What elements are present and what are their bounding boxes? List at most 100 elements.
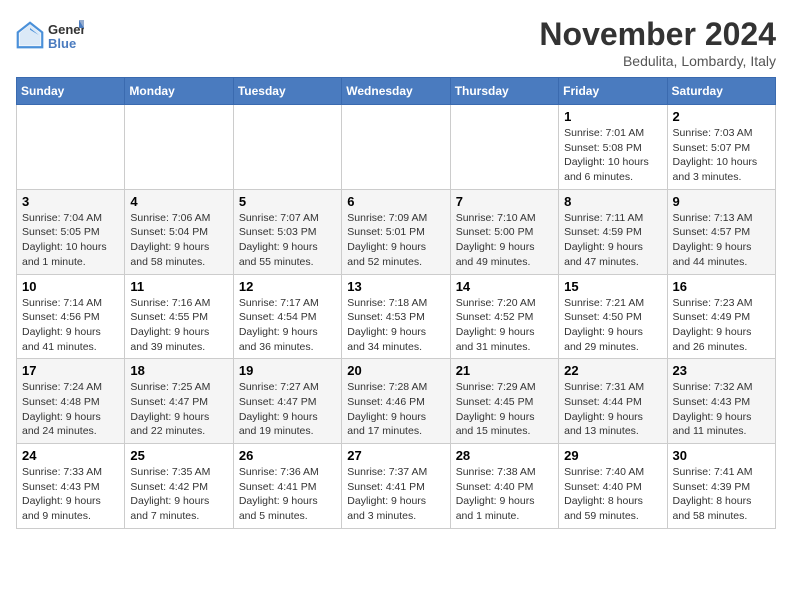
day-info: Sunrise: 7:17 AMSunset: 4:54 PMDaylight:… bbox=[239, 296, 336, 355]
day-number: 27 bbox=[347, 448, 444, 463]
day-number: 22 bbox=[564, 363, 661, 378]
week-row-2: 3 Sunrise: 7:04 AMSunset: 5:05 PMDaylight… bbox=[17, 189, 776, 274]
location-subtitle: Bedulita, Lombardy, Italy bbox=[539, 53, 776, 69]
day-cell: 6Sunrise: 7:09 AMSunset: 5:01 PMDaylight… bbox=[342, 189, 450, 274]
day-cell: 22 Sunrise: 7:31 AMSunset: 4:44 PMDayligh… bbox=[559, 359, 667, 444]
page-header: General Blue November 2024 Bedulita, Lom… bbox=[16, 16, 776, 69]
day-cell: 9 Sunrise: 7:13 AMSunset: 4:57 PMDaylight… bbox=[667, 189, 775, 274]
weekday-header-friday: Friday bbox=[559, 78, 667, 105]
day-info: Sunrise: 7:41 AMSunset: 4:39 PMDaylight:… bbox=[673, 465, 770, 524]
day-cell: 7 Sunrise: 7:10 AMSunset: 5:00 PMDaylight… bbox=[450, 189, 558, 274]
day-info: Sunrise: 7:07 AMSunset: 5:03 PMDaylight:… bbox=[239, 211, 336, 270]
day-info: Sunrise: 7:21 AMSunset: 4:50 PMDaylight:… bbox=[564, 296, 661, 355]
day-number: 25 bbox=[130, 448, 227, 463]
day-cell: 19 Sunrise: 7:27 AMSunset: 4:47 PMDayligh… bbox=[233, 359, 341, 444]
weekday-header-wednesday: Wednesday bbox=[342, 78, 450, 105]
weekday-header-sunday: Sunday bbox=[17, 78, 125, 105]
day-cell: 15 Sunrise: 7:21 AMSunset: 4:50 PMDayligh… bbox=[559, 274, 667, 359]
day-info: Sunrise: 7:06 AMSunset: 5:04 PMDaylight:… bbox=[130, 211, 227, 270]
day-number: 23 bbox=[673, 363, 770, 378]
day-number: 12 bbox=[239, 279, 336, 294]
day-number: 4 bbox=[130, 194, 227, 209]
day-cell: 5 Sunrise: 7:07 AMSunset: 5:03 PMDaylight… bbox=[233, 189, 341, 274]
day-number: 20 bbox=[347, 363, 444, 378]
day-number: 15 bbox=[564, 279, 661, 294]
day-cell: 27 Sunrise: 7:37 AMSunset: 4:41 PMDayligh… bbox=[342, 444, 450, 529]
day-info: Sunrise: 7:20 AMSunset: 4:52 PMDaylight:… bbox=[456, 296, 553, 355]
day-cell bbox=[125, 105, 233, 190]
day-info: Sunrise: 7:29 AMSunset: 4:45 PMDaylight:… bbox=[456, 380, 553, 439]
day-number: 14 bbox=[456, 279, 553, 294]
day-info: Sunrise: 7:01 AMSunset: 5:08 PMDaylight:… bbox=[564, 126, 661, 185]
day-cell: 16Sunrise: 7:23 AMSunset: 4:49 PMDayligh… bbox=[667, 274, 775, 359]
day-cell: 25 Sunrise: 7:35 AMSunset: 4:42 PMDayligh… bbox=[125, 444, 233, 529]
day-cell: 4 Sunrise: 7:06 AMSunset: 5:04 PMDaylight… bbox=[125, 189, 233, 274]
day-info: Sunrise: 7:27 AMSunset: 4:47 PMDaylight:… bbox=[239, 380, 336, 439]
day-cell: 30 Sunrise: 7:41 AMSunset: 4:39 PMDayligh… bbox=[667, 444, 775, 529]
day-cell bbox=[233, 105, 341, 190]
logo-text: General Blue bbox=[46, 16, 84, 54]
day-number: 3 bbox=[22, 194, 119, 209]
day-cell bbox=[17, 105, 125, 190]
day-number: 5 bbox=[239, 194, 336, 209]
day-info: Sunrise: 7:18 AMSunset: 4:53 PMDaylight:… bbox=[347, 296, 444, 355]
day-number: 6 bbox=[347, 194, 444, 209]
day-cell: 24 Sunrise: 7:33 AMSunset: 4:43 PMDayligh… bbox=[17, 444, 125, 529]
day-info: Sunrise: 7:35 AMSunset: 4:42 PMDaylight:… bbox=[130, 465, 227, 524]
day-number: 16 bbox=[673, 279, 770, 294]
calendar-table: SundayMondayTuesdayWednesdayThursdayFrid… bbox=[16, 77, 776, 529]
day-info: Sunrise: 7:33 AMSunset: 4:43 PMDaylight:… bbox=[22, 465, 119, 524]
day-cell: 20Sunrise: 7:28 AMSunset: 4:46 PMDayligh… bbox=[342, 359, 450, 444]
day-cell: 23 Sunrise: 7:32 AMSunset: 4:43 PMDayligh… bbox=[667, 359, 775, 444]
day-number: 30 bbox=[673, 448, 770, 463]
day-number: 10 bbox=[22, 279, 119, 294]
day-cell: 18Sunrise: 7:25 AMSunset: 4:47 PMDayligh… bbox=[125, 359, 233, 444]
weekday-header-saturday: Saturday bbox=[667, 78, 775, 105]
day-info: Sunrise: 7:36 AMSunset: 4:41 PMDaylight:… bbox=[239, 465, 336, 524]
day-cell: 2Sunrise: 7:03 AMSunset: 5:07 PMDaylight… bbox=[667, 105, 775, 190]
month-title: November 2024 bbox=[539, 16, 776, 53]
day-number: 8 bbox=[564, 194, 661, 209]
day-cell bbox=[450, 105, 558, 190]
day-number: 21 bbox=[456, 363, 553, 378]
weekday-header-tuesday: Tuesday bbox=[233, 78, 341, 105]
day-info: Sunrise: 7:31 AMSunset: 4:44 PMDaylight:… bbox=[564, 380, 661, 439]
day-cell: 3 Sunrise: 7:04 AMSunset: 5:05 PMDaylight… bbox=[17, 189, 125, 274]
day-info: Sunrise: 7:11 AMSunset: 4:59 PMDaylight:… bbox=[564, 211, 661, 270]
day-cell: 28Sunrise: 7:38 AMSunset: 4:40 PMDayligh… bbox=[450, 444, 558, 529]
day-number: 9 bbox=[673, 194, 770, 209]
day-info: Sunrise: 7:16 AMSunset: 4:55 PMDaylight:… bbox=[130, 296, 227, 355]
day-number: 11 bbox=[130, 279, 227, 294]
day-cell: 14 Sunrise: 7:20 AMSunset: 4:52 PMDayligh… bbox=[450, 274, 558, 359]
day-info: Sunrise: 7:14 AMSunset: 4:56 PMDaylight:… bbox=[22, 296, 119, 355]
day-info: Sunrise: 7:13 AMSunset: 4:57 PMDaylight:… bbox=[673, 211, 770, 270]
day-cell: 21 Sunrise: 7:29 AMSunset: 4:45 PMDayligh… bbox=[450, 359, 558, 444]
day-info: Sunrise: 7:10 AMSunset: 5:00 PMDaylight:… bbox=[456, 211, 553, 270]
day-cell: 1Sunrise: 7:01 AMSunset: 5:08 PMDaylight… bbox=[559, 105, 667, 190]
generalblue-logo-svg: General Blue bbox=[46, 16, 84, 54]
week-row-1: 1Sunrise: 7:01 AMSunset: 5:08 PMDaylight… bbox=[17, 105, 776, 190]
week-row-3: 10 Sunrise: 7:14 AMSunset: 4:56 PMDayligh… bbox=[17, 274, 776, 359]
day-info: Sunrise: 7:40 AMSunset: 4:40 PMDaylight:… bbox=[564, 465, 661, 524]
day-number: 7 bbox=[456, 194, 553, 209]
day-cell: 29Sunrise: 7:40 AMSunset: 4:40 PMDayligh… bbox=[559, 444, 667, 529]
day-info: Sunrise: 7:04 AMSunset: 5:05 PMDaylight:… bbox=[22, 211, 119, 270]
day-cell: 11 Sunrise: 7:16 AMSunset: 4:55 PMDayligh… bbox=[125, 274, 233, 359]
svg-text:Blue: Blue bbox=[48, 36, 76, 51]
day-info: Sunrise: 7:32 AMSunset: 4:43 PMDaylight:… bbox=[673, 380, 770, 439]
day-info: Sunrise: 7:37 AMSunset: 4:41 PMDaylight:… bbox=[347, 465, 444, 524]
day-cell bbox=[342, 105, 450, 190]
week-row-5: 24 Sunrise: 7:33 AMSunset: 4:43 PMDayligh… bbox=[17, 444, 776, 529]
day-number: 17 bbox=[22, 363, 119, 378]
svg-text:General: General bbox=[48, 22, 84, 37]
day-info: Sunrise: 7:38 AMSunset: 4:40 PMDaylight:… bbox=[456, 465, 553, 524]
day-cell: 13 Sunrise: 7:18 AMSunset: 4:53 PMDayligh… bbox=[342, 274, 450, 359]
day-cell: 10 Sunrise: 7:14 AMSunset: 4:56 PMDayligh… bbox=[17, 274, 125, 359]
weekday-header-monday: Monday bbox=[125, 78, 233, 105]
day-cell: 12 Sunrise: 7:17 AMSunset: 4:54 PMDayligh… bbox=[233, 274, 341, 359]
title-area: November 2024 Bedulita, Lombardy, Italy bbox=[539, 16, 776, 69]
day-number: 24 bbox=[22, 448, 119, 463]
day-number: 13 bbox=[347, 279, 444, 294]
day-number: 19 bbox=[239, 363, 336, 378]
day-info: Sunrise: 7:25 AMSunset: 4:47 PMDaylight:… bbox=[130, 380, 227, 439]
